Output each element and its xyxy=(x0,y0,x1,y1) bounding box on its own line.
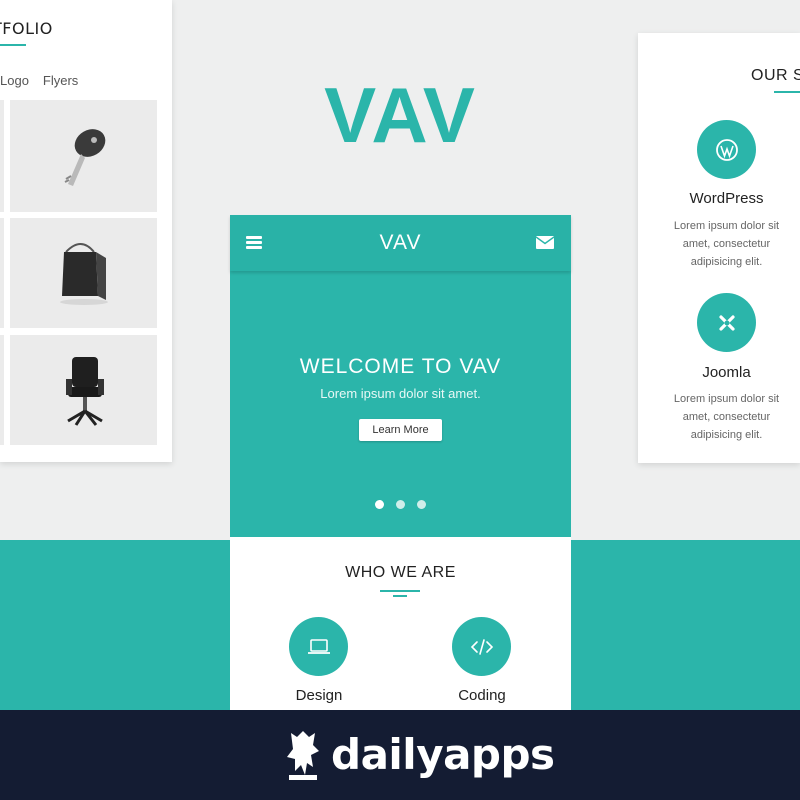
laptop-icon xyxy=(307,638,330,654)
section-title-underline xyxy=(393,595,407,597)
portfolio-tile[interactable] xyxy=(0,335,4,445)
service-name-joomla: Joomla xyxy=(702,364,751,381)
joomla-circle xyxy=(697,293,756,352)
service-desc-line: amet, consectetur xyxy=(682,238,771,250)
portfolio-tile[interactable] xyxy=(0,218,4,328)
code-icon xyxy=(470,638,493,655)
service-name-wordpress: WordPress xyxy=(689,190,764,207)
coding-feature-circle xyxy=(452,617,511,676)
brand-name[interactable]: dailyapps xyxy=(331,730,555,779)
services-card: OUR S WordPress Lorem ipsum dolor sit am… xyxy=(638,33,800,463)
section-title-underline xyxy=(380,590,420,592)
joomla-icon xyxy=(718,314,735,331)
app-logo[interactable]: VAV xyxy=(230,231,571,255)
hero-slider: VAV WELCOME TO VAV Lorem ipsum dolor sit… xyxy=(230,215,571,537)
welcome-title: WELCOME TO VAV xyxy=(299,355,502,378)
service-desc-joomla: Lorem ipsum dolor sit amet, consectetur … xyxy=(638,390,800,444)
service-desc-wordpress: Lorem ipsum dolor sit amet, consectetur … xyxy=(638,217,800,271)
service-desc-line: Lorem ipsum dolor sit xyxy=(673,393,780,405)
office-chair-icon xyxy=(66,357,104,426)
dailyapps-logo-icon xyxy=(287,731,319,780)
wordpress-icon xyxy=(715,138,738,161)
feature-label-coding: Coding xyxy=(458,687,506,704)
services-title-underline xyxy=(774,91,800,93)
footer-bar: dailyapps xyxy=(0,710,800,800)
welcome-subtitle: Lorem ipsum dolor sit amet. xyxy=(320,386,481,401)
section-title: WHO WE ARE xyxy=(345,564,456,581)
slider-dots xyxy=(230,496,571,514)
learn-more-button[interactable]: Learn More xyxy=(359,419,442,441)
service-desc-line: adipisicing elit. xyxy=(690,429,763,441)
wordpress-circle xyxy=(697,120,756,179)
shopping-bag-icon xyxy=(60,243,108,305)
service-desc-line: amet, consectetur xyxy=(682,411,771,423)
slider-dot[interactable] xyxy=(375,500,384,509)
design-feature-circle xyxy=(289,617,348,676)
slider-dot[interactable] xyxy=(396,500,405,509)
slider-dot[interactable] xyxy=(417,500,426,509)
app-header: VAV xyxy=(230,215,571,271)
mail-icon[interactable] xyxy=(536,236,554,249)
portfolio-title: TFOLIO xyxy=(0,19,53,38)
feature-label-design: Design xyxy=(295,687,343,704)
services-title: OUR S xyxy=(751,67,800,84)
service-desc-line: adipisicing elit. xyxy=(690,256,763,268)
phone-mockup: VAV WELCOME TO VAV Lorem ipsum dolor sit… xyxy=(230,215,571,710)
who-we-are-section: WHO WE ARE Design Coding xyxy=(230,537,571,710)
service-desc-line: Lorem ipsum dolor sit xyxy=(673,220,780,232)
portfolio-tile-chair[interactable] xyxy=(10,335,157,445)
portfolio-tile-bag[interactable] xyxy=(10,218,157,328)
portfolio-title-underline xyxy=(0,44,26,46)
